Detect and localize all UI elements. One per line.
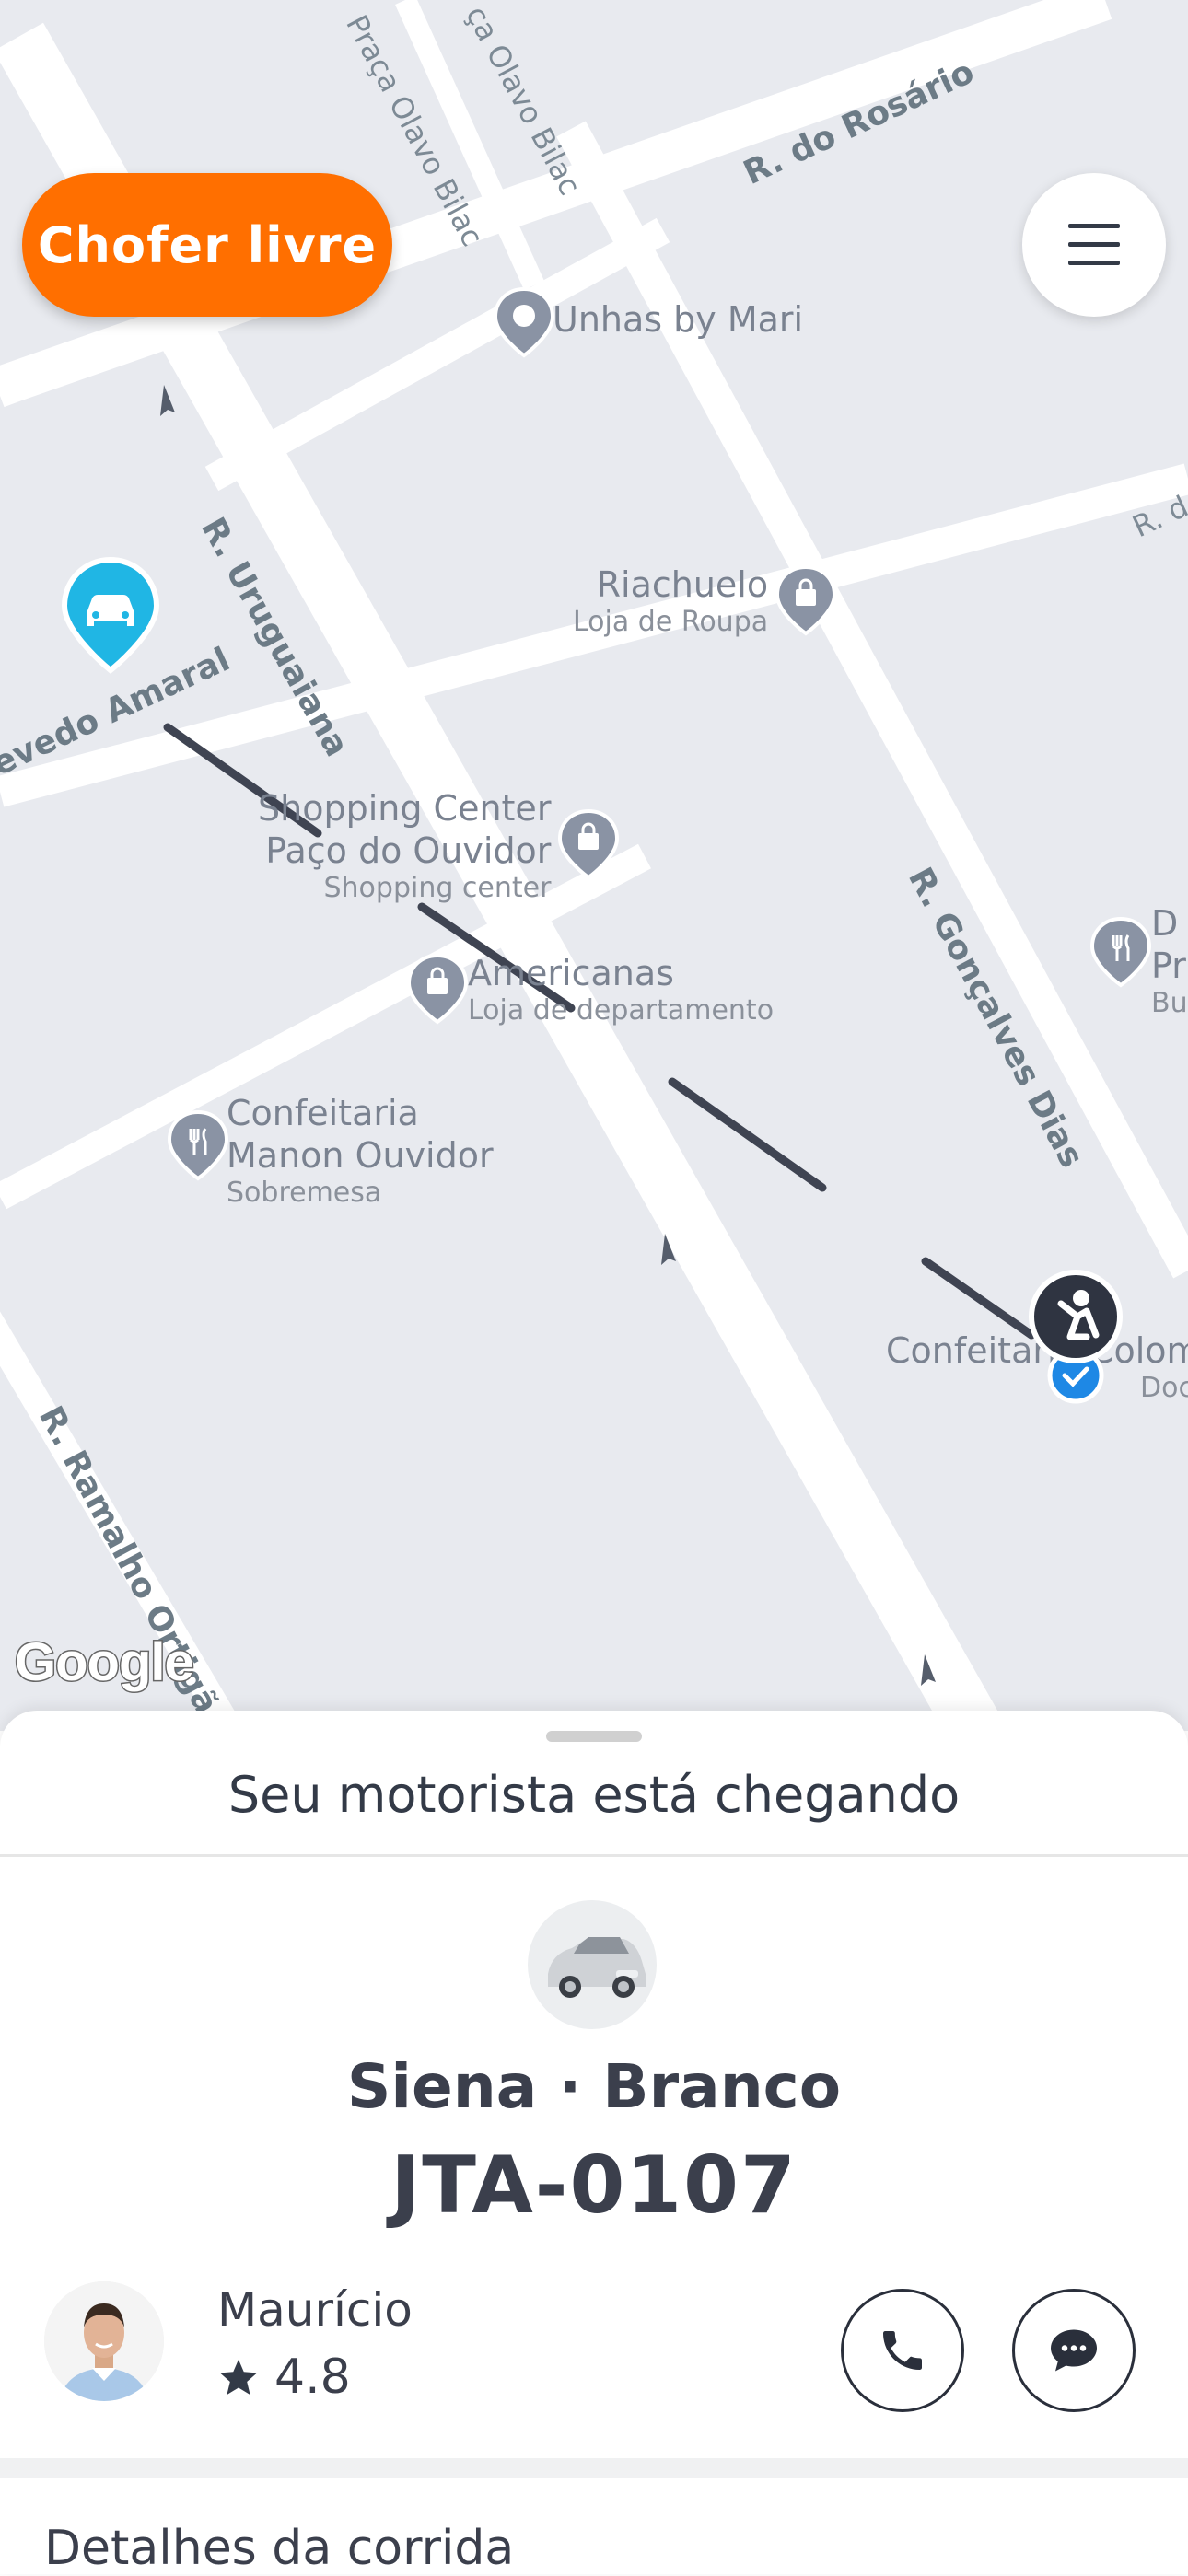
poi-category: Loja de departamento (468, 994, 775, 1027)
poi-name-line2: Manon Ouvidor (227, 1135, 494, 1176)
car-icon (548, 1937, 646, 1998)
driver-bottom-sheet[interactable]: Seu motorista está chegando Siena · Bran… (0, 1711, 1188, 2576)
divider (0, 1854, 1188, 1857)
sheet-drag-handle[interactable] (546, 1731, 642, 1742)
poi-riachuelo[interactable]: Riachuelo Loja de Roupa (573, 563, 837, 639)
menu-button[interactable] (1022, 173, 1166, 317)
poi-unhas-by-mari[interactable]: Unhas by Mari (492, 285, 804, 358)
car-thumbnail (528, 1900, 657, 2029)
poi-category: Sobremesa (227, 1177, 382, 1209)
chat-driver-button[interactable] (1012, 2289, 1136, 2412)
poi-category: Bu (1151, 987, 1188, 1019)
poi-category: Doc (1140, 1372, 1188, 1404)
driver-name: Maurício (217, 2283, 413, 2337)
poi-americanas[interactable]: Americanas Loja de departamento (405, 952, 774, 1027)
car-model-color: Siena · Branco (346, 2051, 842, 2122)
poi-right-edge[interactable]: D Pr Bu (1089, 902, 1188, 1020)
ride-details-title[interactable]: Detalhes da corrida (44, 2521, 514, 2576)
shopping-bag-pin-icon (774, 563, 837, 636)
poi-name-line2: Pr (1151, 946, 1186, 986)
poi-label: Unhas by Mari (553, 299, 804, 340)
map-view[interactable]: Praça Olavo Bilac ça Olavo Bilac R. do R… (0, 0, 1188, 1731)
phone-icon (883, 2331, 922, 2370)
star-icon (219, 2359, 258, 2396)
call-driver-button[interactable] (841, 2289, 964, 2412)
poi-name-line2: Paço do Ouvidor (265, 830, 552, 871)
chat-icon (1051, 2329, 1097, 2372)
poi-name-line1: Confeitaria (227, 1093, 419, 1133)
rating-value: 4.8 (274, 2350, 351, 2405)
chofer-livre-button[interactable]: Chofer livre (22, 173, 392, 317)
section-separator (0, 2458, 1188, 2478)
passenger-location-icon (1026, 1267, 1125, 1366)
restaurant-pin-icon (1089, 915, 1152, 988)
google-logo: Google (14, 1631, 196, 1694)
poi-label: Americanas Loja de departamento (468, 952, 774, 1027)
restaurant-pin-icon (166, 1108, 229, 1181)
driver-car-pin-icon (59, 556, 162, 676)
license-plate: JTA-0107 (390, 2140, 798, 2232)
location-pin-icon (492, 285, 555, 358)
shopping-bag-pin-icon (405, 952, 469, 1025)
sheet-title: Seu motorista está chegando (227, 1766, 961, 1824)
poi-name-line1: D (1151, 903, 1179, 944)
poi-name: Americanas (468, 953, 674, 993)
poi-label: Riachuelo Loja de Roupa (573, 563, 768, 639)
poi-category: Loja de Roupa (573, 606, 769, 638)
poi-confeitaria-manon[interactable]: Confeitaria Manon Ouvidor Sobremesa (166, 1092, 494, 1210)
driver-rating: 4.8 (217, 2350, 351, 2405)
hamburger-menu-icon (1068, 224, 1120, 265)
poi-shopping-center[interactable]: Shopping Center Paço do Ouvidor Shopping… (258, 787, 620, 905)
poi-name: Riachuelo (596, 564, 769, 605)
poi-label: D Pr Bu (1151, 902, 1188, 1020)
poi-label: Shopping Center Paço do Ouvidor Shopping… (258, 787, 551, 905)
shopping-bag-pin-icon (556, 807, 620, 880)
poi-label: Confeitaria Manon Ouvidor Sobremesa (227, 1092, 494, 1210)
poi-category: Shopping center (323, 872, 552, 904)
poi-name-line1: Shopping Center (258, 788, 552, 829)
driver-avatar (44, 2281, 164, 2401)
